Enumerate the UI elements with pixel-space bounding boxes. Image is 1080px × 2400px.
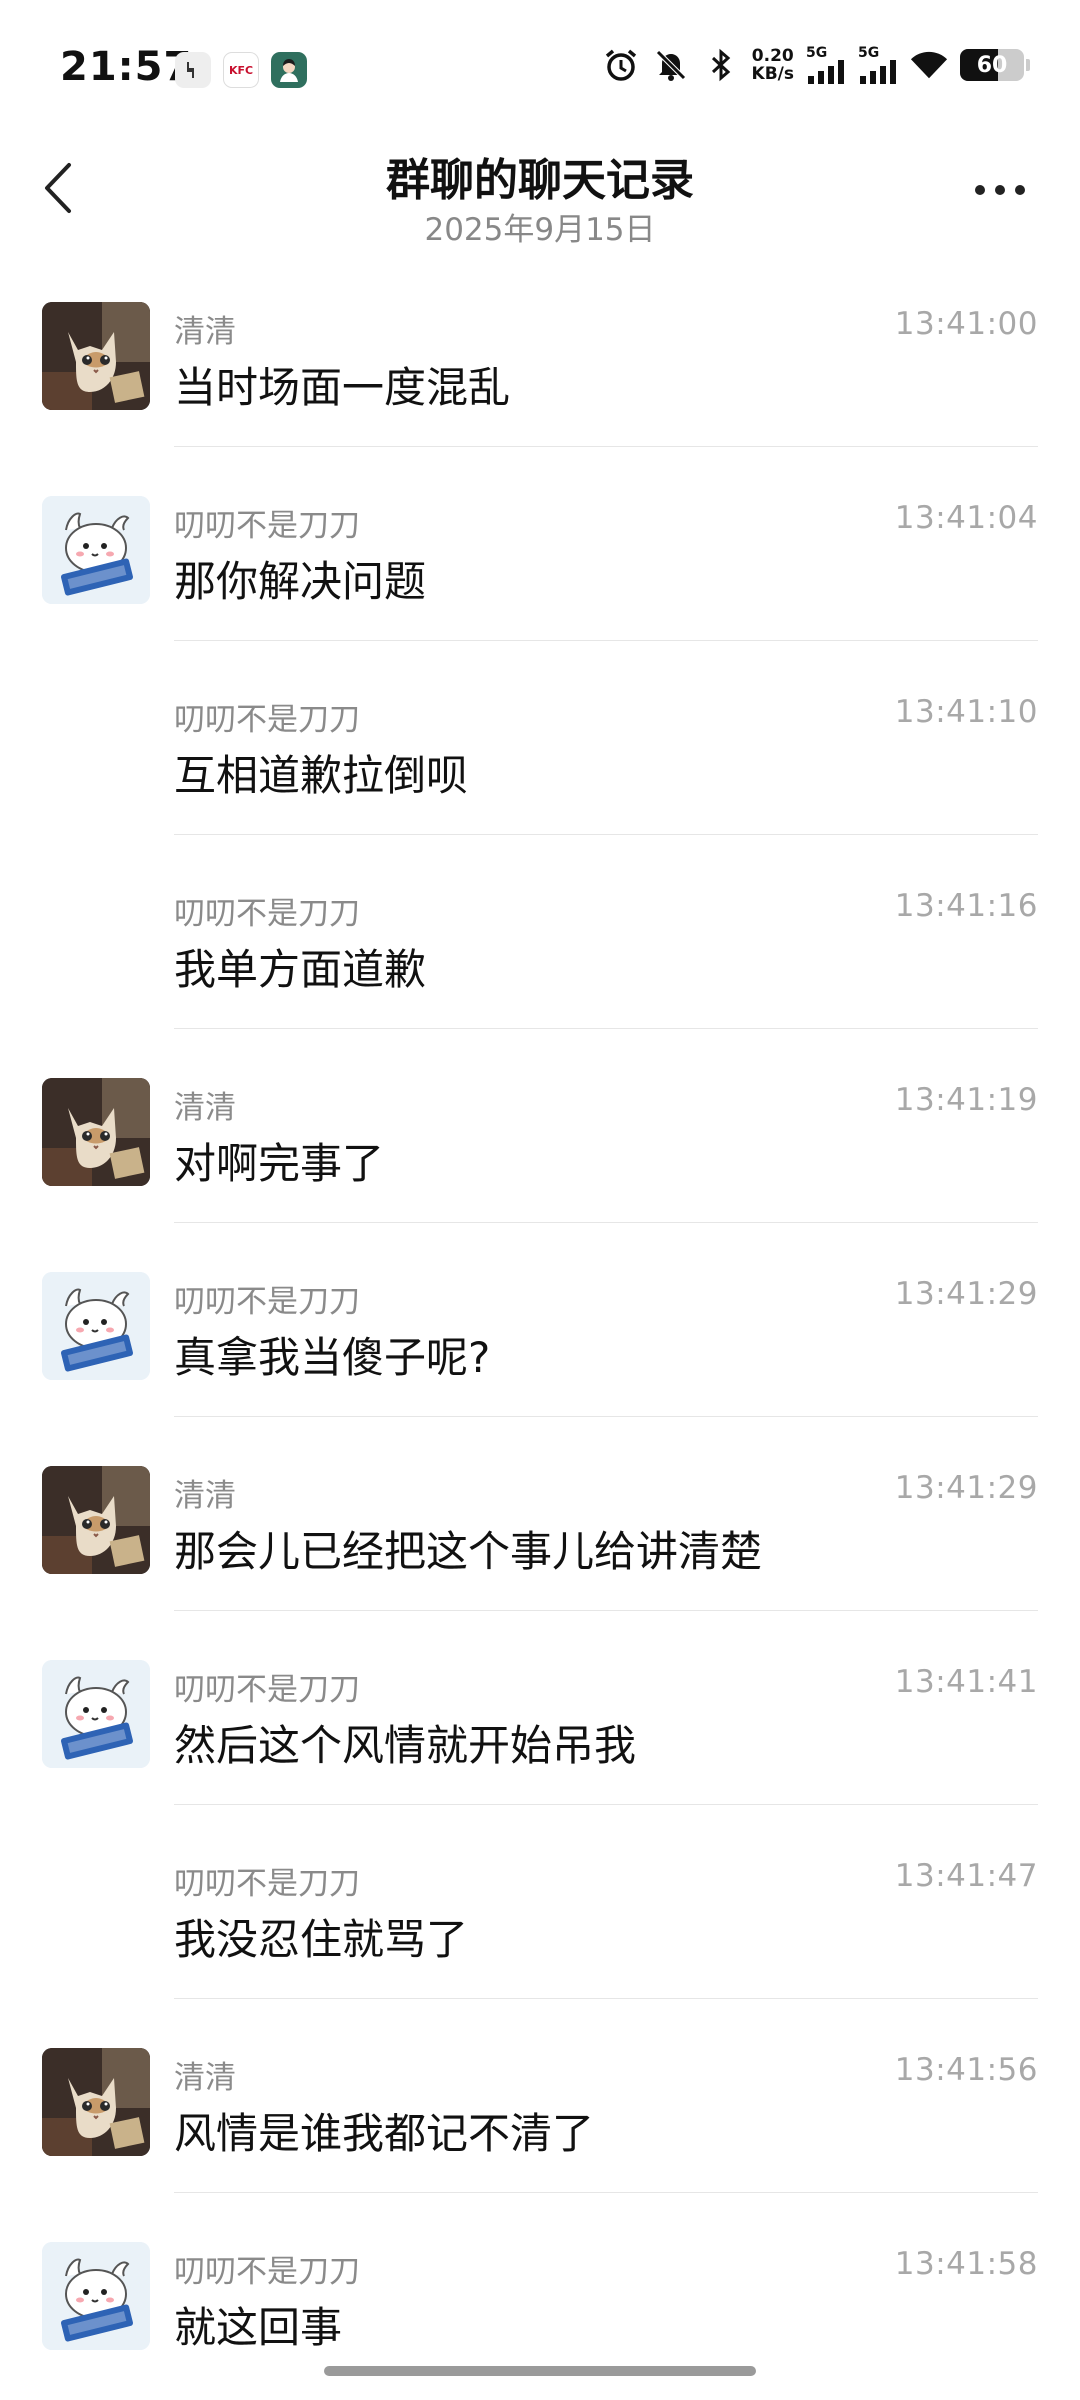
kfc-icon-text: KFC	[228, 63, 254, 77]
kfc-icon: KFC	[223, 52, 259, 88]
message-time: 13:41:29	[894, 1276, 1038, 1312]
message-time: 13:41:16	[894, 888, 1038, 924]
message-item[interactable]: 清清 13:41:56 风情是谁我都记不清了	[0, 2036, 1080, 2230]
message-time: 13:41:19	[894, 1082, 1038, 1118]
signal-bars-icon	[808, 60, 844, 84]
signal-sim1: 5G	[806, 46, 846, 84]
sender-name: 叨叨不是刀刀	[174, 1866, 360, 1902]
message-item[interactable]: 清清 13:41:00 当时场面一度混乱	[0, 290, 1080, 484]
avatar[interactable]	[42, 2048, 150, 2156]
home-indicator[interactable]	[324, 2366, 756, 2376]
launcher-icon	[175, 52, 211, 88]
avatar-icon	[271, 52, 307, 88]
avatar[interactable]	[42, 1078, 150, 1186]
divider	[174, 1610, 1038, 1611]
sender-name: 叨叨不是刀刀	[174, 1284, 360, 1320]
avatar[interactable]	[42, 1466, 150, 1574]
message-item[interactable]: 叨叨不是刀刀 13:41:04 那你解决问题	[0, 484, 1080, 678]
sender-name: 叨叨不是刀刀	[174, 896, 360, 932]
status-bar: 21:57 KFC 0.20 KB/s 5G 5G 60	[0, 0, 1080, 140]
divider	[174, 1804, 1038, 1805]
battery-indicator: 60	[960, 49, 1030, 81]
message-text: 那你解决问题	[174, 557, 427, 606]
message-text: 就这回事	[174, 2303, 343, 2352]
page-subtitle-date: 2025年9月15日	[424, 212, 656, 248]
avatar[interactable]	[42, 1272, 150, 1380]
divider	[174, 2192, 1038, 2193]
net-speed-value: 0.20	[751, 46, 794, 66]
message-text: 我没忍住就骂了	[174, 1915, 469, 1964]
message-text: 真拿我当傻子呢?	[174, 1333, 491, 1382]
signal-sim2: 5G	[858, 46, 898, 84]
message-text: 那会儿已经把这个事儿给讲清楚	[174, 1527, 763, 1576]
net-speed-unit: KB/s	[751, 64, 794, 84]
battery-icon: 60	[960, 49, 1024, 81]
alarm-icon	[602, 46, 640, 84]
message-item[interactable]: 叨叨不是刀刀 13:41:47 我没忍住就骂了	[0, 1842, 1080, 2036]
sender-name: 叨叨不是刀刀	[174, 702, 360, 738]
message-text: 我单方面道歉	[174, 945, 427, 994]
message-time: 13:41:58	[894, 2246, 1038, 2282]
battery-cap	[1026, 59, 1030, 71]
message-text: 风情是谁我都记不清了	[174, 2109, 595, 2158]
message-time: 13:41:47	[894, 1858, 1038, 1894]
sender-name: 清清	[174, 314, 236, 350]
divider	[174, 446, 1038, 447]
message-item[interactable]: 叨叨不是刀刀 13:41:41 然后这个风情就开始吊我	[0, 1648, 1080, 1842]
divider	[174, 640, 1038, 641]
sim1-label: 5G	[806, 45, 828, 61]
message-item[interactable]: 叨叨不是刀刀 13:41:29 真拿我当傻子呢?	[0, 1260, 1080, 1454]
divider	[174, 1416, 1038, 1417]
signal-bars-icon	[860, 60, 896, 84]
message-time: 13:41:56	[894, 2052, 1038, 2088]
status-right: 0.20 KB/s 5G 5G 60	[602, 46, 1030, 84]
message-text: 对啊完事了	[174, 1139, 385, 1188]
message-time: 13:41:00	[894, 306, 1038, 342]
message-item[interactable]: 清清 13:41:29 那会儿已经把这个事儿给讲清楚	[0, 1454, 1080, 1648]
divider	[174, 834, 1038, 835]
bluetooth-icon	[702, 46, 740, 84]
avatar[interactable]	[42, 2242, 150, 2350]
chat-record-header: 群聊的聊天记录 2025年9月15日	[0, 140, 1080, 260]
divider	[174, 1222, 1038, 1223]
message-time: 13:41:29	[894, 1470, 1038, 1506]
sender-name: 清清	[174, 1090, 236, 1126]
message-text: 互相道歉拉倒呗	[174, 751, 469, 800]
sender-name: 叨叨不是刀刀	[174, 2254, 360, 2290]
more-button[interactable]	[970, 170, 1030, 210]
sender-name: 叨叨不是刀刀	[174, 508, 360, 544]
divider	[174, 1998, 1038, 1999]
sender-name: 清清	[174, 2060, 236, 2096]
message-time: 13:41:41	[894, 1664, 1038, 1700]
net-speed: 0.20 KB/s	[752, 47, 794, 83]
avatar[interactable]	[42, 302, 150, 410]
message-time: 13:41:10	[894, 694, 1038, 730]
sender-name: 清清	[174, 1478, 236, 1514]
message-item[interactable]: 清清 13:41:19 对啊完事了	[0, 1066, 1080, 1260]
status-time: 21:57	[60, 44, 193, 90]
message-text: 然后这个风情就开始吊我	[174, 1721, 637, 1770]
message-list[interactable]: 清清 13:41:00 当时场面一度混乱 叨叨不是刀刀 13:41:04 那你解决问题 叨叨…	[0, 290, 1080, 2400]
message-item[interactable]: 叨叨不是刀刀 13:41:10 互相道歉拉倒呗	[0, 678, 1080, 872]
avatar[interactable]	[42, 1660, 150, 1768]
sim2-label: 5G	[858, 45, 880, 61]
message-item[interactable]: 叨叨不是刀刀 13:41:16 我单方面道歉	[0, 872, 1080, 1066]
message-text: 当时场面一度混乱	[174, 363, 511, 412]
divider	[174, 1028, 1038, 1029]
wifi-icon	[910, 46, 948, 84]
more-dots-icon	[975, 185, 1025, 195]
sender-name: 叨叨不是刀刀	[174, 1672, 360, 1708]
page-title: 群聊的聊天记录	[386, 155, 694, 206]
status-app-icons: KFC	[175, 52, 307, 88]
mute-bell-icon	[652, 46, 690, 84]
message-time: 13:41:04	[894, 500, 1038, 536]
avatar[interactable]	[42, 496, 150, 604]
battery-level: 60	[976, 52, 1008, 78]
